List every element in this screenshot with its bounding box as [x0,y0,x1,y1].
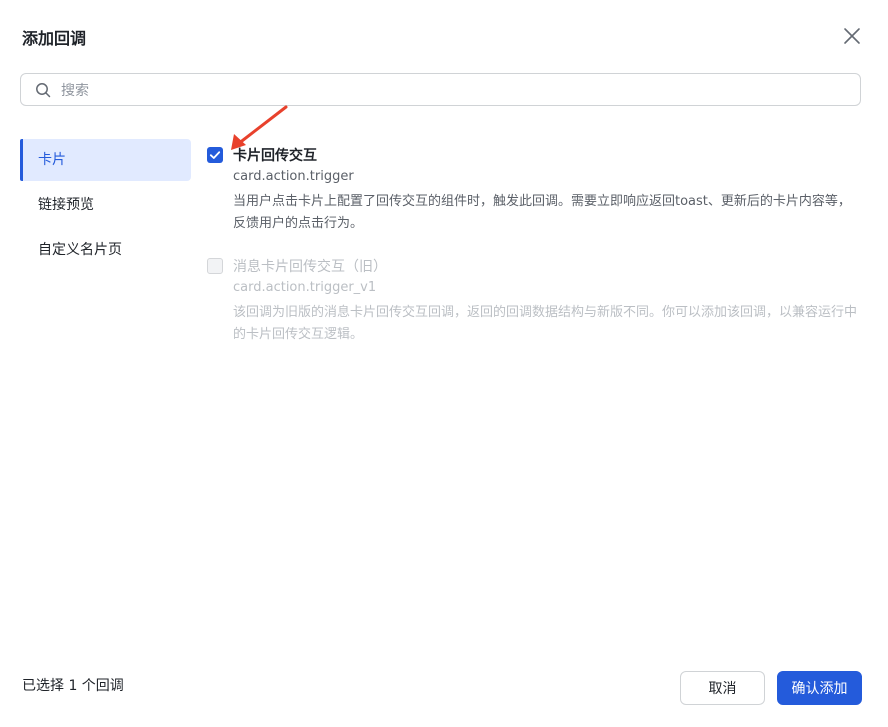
close-icon[interactable] [840,24,864,48]
option-title: 消息卡片回传交互（旧） [233,259,387,275]
category-sidebar: 卡片 链接预览 自定义名片页 [20,139,191,274]
annotation-arrow-icon [231,105,288,150]
search-box[interactable] [20,73,861,106]
add-callback-dialog: 添加回调 卡片 链接预览 自定义名片页 卡片回传交互 card.action.t… [0,0,888,727]
check-icon [209,151,221,159]
callback-checkbox-card-action[interactable] [207,147,223,163]
option-description: 该回调为旧版的消息卡片回传交互回调，返回的回调数据结构与新版不同。你可以添加该回… [233,305,858,342]
search-icon [35,82,51,98]
option-key: card.action.trigger_v1 [233,280,377,295]
search-input[interactable] [59,79,843,103]
confirm-add-button[interactable]: 确认添加 [777,671,862,705]
sidebar-item-link-preview[interactable]: 链接预览 [20,184,191,226]
cancel-button[interactable]: 取消 [680,671,765,705]
option-description: 当用户点击卡片上配置了回传交互的组件时，触发此回调。需要立即响应返回toast、… [233,194,851,231]
callback-checkbox-card-action-v1 [207,258,223,274]
selected-count: 已选择 1 个回调 [22,678,124,694]
sidebar-item-custom-profile[interactable]: 自定义名片页 [20,229,191,271]
dialog-title: 添加回调 [22,29,87,48]
option-key: card.action.trigger [233,169,354,184]
sidebar-item-card[interactable]: 卡片 [20,139,191,181]
